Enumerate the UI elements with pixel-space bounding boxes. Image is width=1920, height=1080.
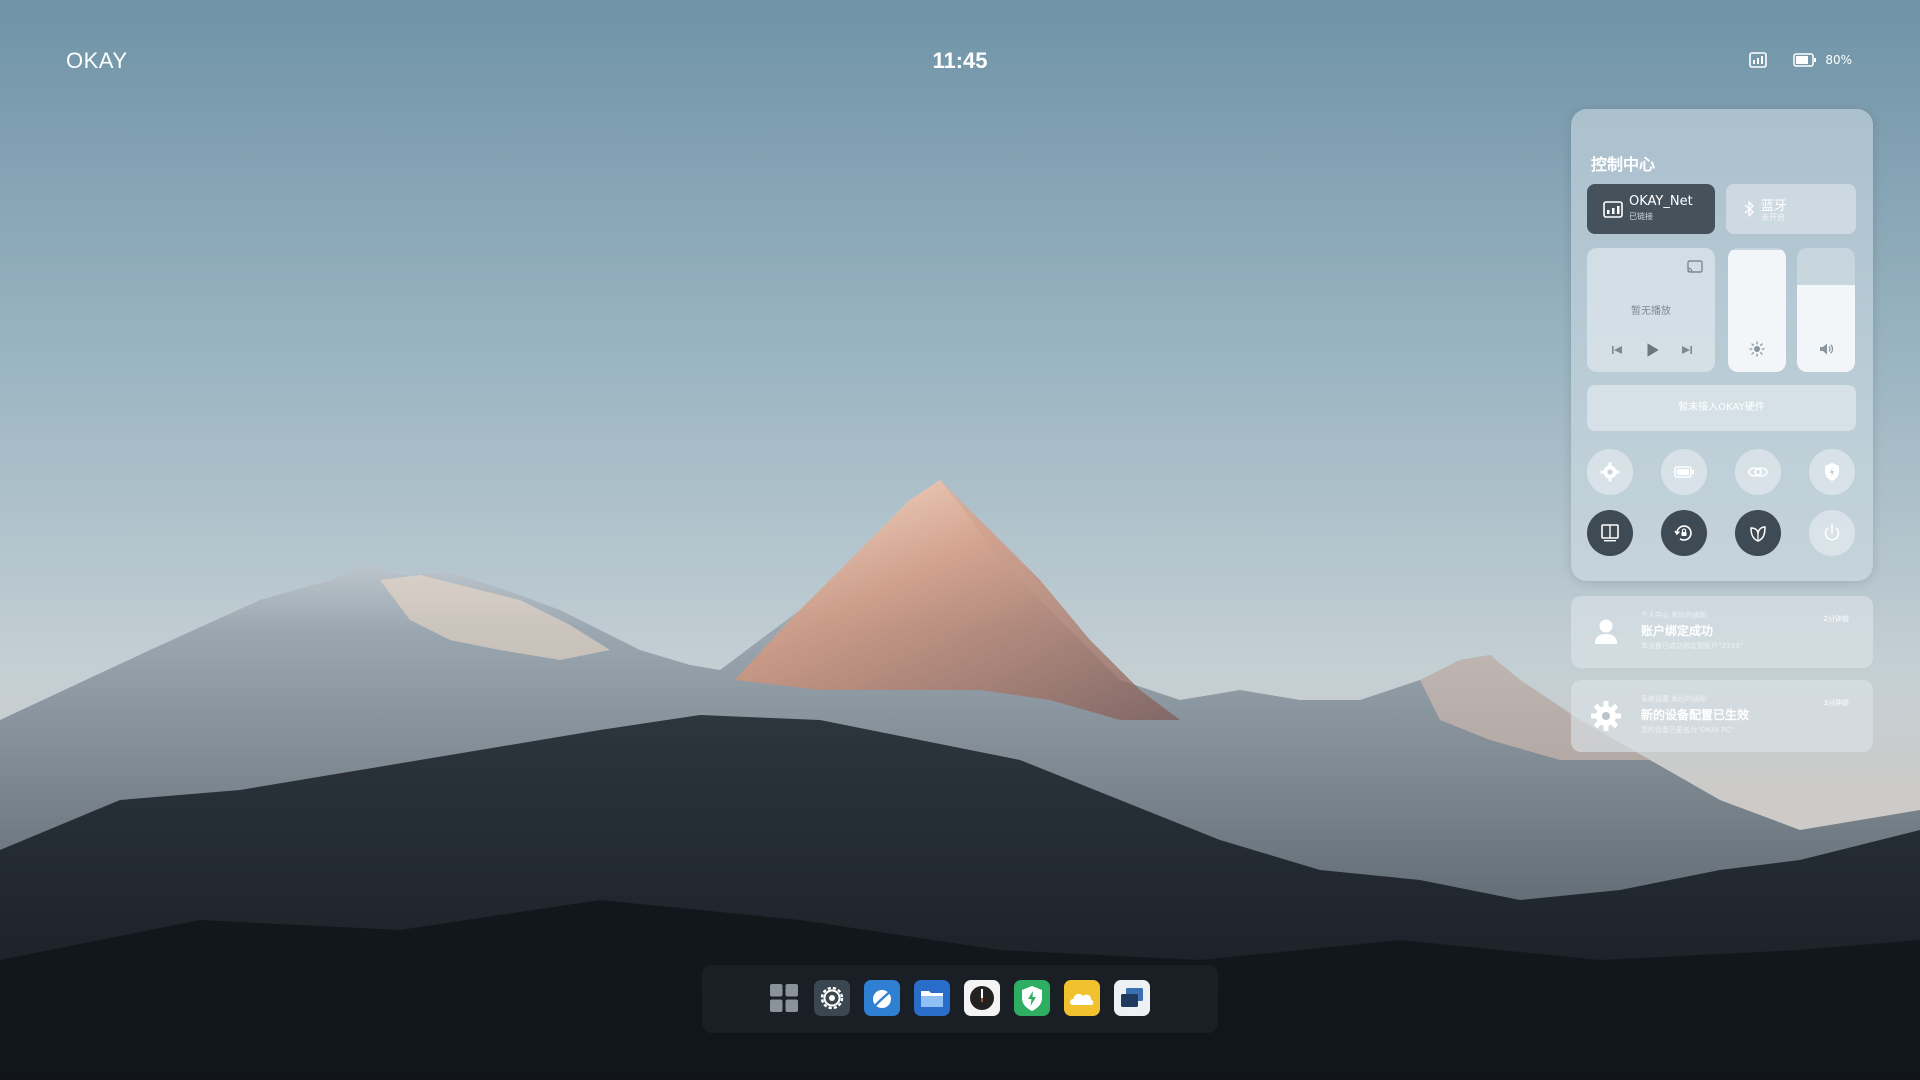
network-name: OKAY_Net — [1629, 194, 1693, 209]
ebook-mode-toggle[interactable] — [1587, 510, 1633, 556]
browser-icon — [864, 980, 900, 1016]
volume-slider[interactable] — [1797, 248, 1855, 372]
clock-app-button[interactable] — [964, 980, 1000, 1016]
browser-app-button[interactable] — [864, 980, 900, 1016]
previous-icon[interactable] — [1609, 342, 1625, 358]
app-launcher-button[interactable] — [766, 980, 802, 1016]
now-playing-text: 暂无播放 — [1631, 306, 1671, 317]
multitask-icon — [1114, 980, 1150, 1016]
hardware-status-bar[interactable]: 暂未接入OKAY硬件 — [1587, 385, 1856, 431]
power-icon — [1824, 524, 1840, 541]
network-icon[interactable] — [1749, 52, 1768, 68]
control-center-title: 控制中心 — [1591, 155, 1656, 174]
security-toggle[interactable] — [1809, 449, 1855, 495]
bluetooth-tile[interactable]: 蓝牙 未开启 — [1726, 184, 1856, 234]
battery-icon — [1674, 466, 1694, 478]
notification-title: 账户绑定成功 — [1641, 624, 1714, 638]
clock-icon — [964, 980, 1000, 1016]
gear-icon — [1600, 462, 1620, 482]
rotation-lock-toggle[interactable] — [1661, 510, 1707, 556]
cast-icon[interactable] — [1687, 260, 1703, 274]
link-icon — [1748, 467, 1768, 477]
weather-icon — [1064, 980, 1100, 1016]
eco-mode-toggle[interactable] — [1735, 510, 1781, 556]
settings-app-button[interactable] — [814, 980, 850, 1016]
battery-icon[interactable] — [1793, 52, 1817, 68]
launcher-icon — [770, 984, 798, 1012]
notification-body: 本设备已成功绑定到账户“2333” — [1641, 642, 1744, 650]
security-app-button[interactable] — [1014, 980, 1050, 1016]
weather-app-button[interactable] — [1064, 980, 1100, 1016]
notification-body: 您的设备已更名为“OKAY PC” — [1641, 726, 1735, 734]
gear-icon — [1591, 701, 1621, 731]
bluetooth-icon — [1744, 201, 1754, 217]
brightness-slider[interactable] — [1728, 248, 1786, 372]
volume-level — [1797, 285, 1855, 372]
leaf-icon — [1750, 526, 1766, 542]
settings-toggle[interactable] — [1587, 449, 1633, 495]
notification-title: 新的设备配置已生效 — [1641, 708, 1750, 722]
notification-source: 个人中心 发出的通知 — [1641, 611, 1707, 619]
files-app-button[interactable] — [914, 980, 950, 1016]
volume-icon — [1820, 343, 1834, 355]
security-icon — [1014, 980, 1050, 1016]
notification-card[interactable]: 个人中心 发出的通知 账户绑定成功 本设备已成功绑定到账户“2333” 2分钟前 — [1571, 596, 1873, 668]
notification-time: 2分钟前 — [1823, 615, 1849, 623]
notification-card[interactable]: 系统设置 发出的通知 新的设备配置已生效 您的设备已更名为“OKAY PC” 3… — [1571, 680, 1873, 752]
notification-source: 系统设置 发出的通知 — [1641, 695, 1707, 703]
sun-icon — [1749, 341, 1765, 357]
control-center: 控制中心 OKAY_Net 已链接 蓝牙 未开启 暂无播放 暂未接入OKAY硬件 — [1571, 109, 1873, 581]
network-tile[interactable]: OKAY_Net 已链接 — [1587, 184, 1715, 234]
next-icon[interactable] — [1679, 342, 1695, 358]
files-icon — [914, 980, 950, 1016]
network-status: 已链接 — [1629, 212, 1653, 221]
power-toggle[interactable] — [1809, 510, 1855, 556]
multitask-app-button[interactable] — [1114, 980, 1150, 1016]
battery-saver-toggle[interactable] — [1661, 449, 1707, 495]
ebook-icon — [1601, 524, 1619, 542]
settings-icon — [814, 980, 850, 1016]
system-tray[interactable]: 80% — [1749, 52, 1852, 68]
battery-percent: 80% — [1825, 53, 1852, 67]
media-player: 暂无播放 — [1587, 248, 1715, 372]
shield-icon — [1825, 463, 1839, 481]
link-toggle[interactable] — [1735, 449, 1781, 495]
user-icon — [1595, 619, 1617, 644]
network-icon — [1603, 201, 1623, 218]
notification-time: 3分钟前 — [1823, 699, 1849, 707]
dock — [702, 965, 1218, 1033]
clock[interactable]: 11:45 — [0, 48, 1920, 74]
bluetooth-status: 未开启 — [1761, 213, 1785, 222]
play-icon[interactable] — [1643, 341, 1661, 359]
rotation-lock-icon — [1674, 525, 1692, 541]
